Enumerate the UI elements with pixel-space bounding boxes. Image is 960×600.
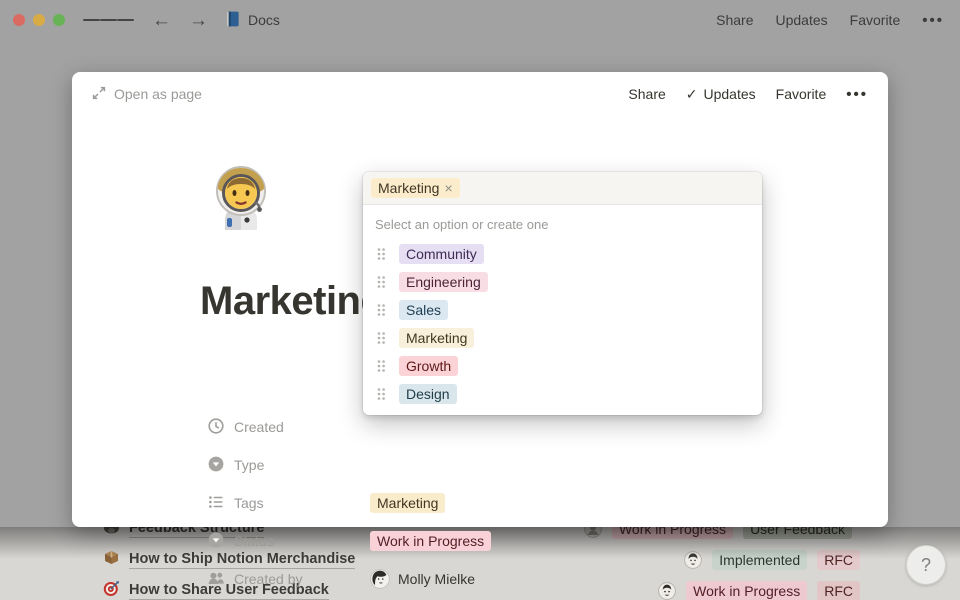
select-circle-icon [207, 455, 225, 476]
avatar [684, 551, 702, 569]
select-circle-icon [207, 531, 225, 552]
property-row-status[interactable]: Status Work in Progress [207, 526, 491, 556]
tag-select-dropdown: Marketing × Select an option or create o… [363, 172, 762, 415]
property-row-created-by[interactable]: Created by Molly Mielke [207, 564, 491, 594]
property-row-type[interactable]: Type [207, 450, 491, 480]
breadcrumb[interactable]: Docs [224, 10, 280, 31]
docs-book-icon [224, 10, 241, 31]
modal-share-button[interactable]: Share [628, 86, 665, 102]
back-button[interactable]: ← [152, 11, 171, 30]
drag-handle-icon[interactable] [375, 247, 387, 261]
tag-option-engineering[interactable]: Engineering [363, 268, 762, 296]
page-title[interactable]: Marketing [200, 279, 384, 324]
tag-badge: Engineering [399, 272, 488, 292]
modal-favorite-button[interactable]: Favorite [776, 86, 827, 102]
close-window-button[interactable] [13, 14, 25, 26]
minimize-window-button[interactable] [33, 14, 45, 26]
help-button[interactable]: ? [906, 545, 946, 585]
property-value-created-by[interactable]: Molly Mielke [370, 569, 475, 589]
status-badge[interactable]: Work in Progress [370, 531, 491, 551]
tag-option-design[interactable]: Design [363, 380, 762, 408]
tag-badge: Growth [399, 356, 458, 376]
property-value-status[interactable]: Work in Progress [370, 531, 491, 551]
drag-handle-icon[interactable] [375, 387, 387, 401]
question-mark-icon: ? [921, 555, 931, 576]
tag-option-community[interactable]: Community [363, 240, 762, 268]
avatar [658, 582, 676, 600]
forward-button[interactable]: → [189, 11, 208, 30]
tag-badge[interactable]: Marketing [370, 493, 445, 513]
tag-search-input[interactable]: Marketing × [363, 172, 762, 205]
drag-handle-icon[interactable] [375, 303, 387, 317]
topbar-more-icon[interactable]: ••• [922, 12, 944, 29]
list-icon [207, 493, 225, 514]
tag-badge: Design [399, 384, 457, 404]
zoom-window-button[interactable] [53, 14, 65, 26]
status-badge[interactable]: Implemented [712, 550, 807, 570]
selected-tag-chip[interactable]: Marketing × [371, 178, 460, 198]
property-row-tags[interactable]: Tags Marketing [207, 488, 491, 518]
avatar [370, 569, 390, 589]
tag-option-marketing[interactable]: Marketing [363, 324, 762, 352]
topbar-updates-button[interactable]: Updates [776, 12, 828, 28]
topbar-favorite-button[interactable]: Favorite [850, 12, 901, 28]
tag-badge: Sales [399, 300, 448, 320]
created-by-name: Molly Mielke [398, 571, 475, 587]
property-row-created[interactable]: Created [207, 412, 491, 442]
topbar-share-button[interactable]: Share [716, 12, 753, 28]
modal-updates-button[interactable]: ✓ Updates [686, 86, 756, 103]
open-as-page-button[interactable]: Open as page [92, 86, 202, 103]
open-as-page-label: Open as page [114, 86, 202, 102]
dropdown-hint: Select an option or create one [363, 205, 762, 237]
checkmark-icon: ✓ [686, 86, 698, 103]
property-list: Created Type [207, 412, 491, 600]
package-emoji [103, 549, 120, 571]
drag-handle-icon[interactable] [375, 331, 387, 345]
target-emoji [103, 580, 120, 600]
page-emoji-woman-astronaut[interactable] [203, 162, 279, 238]
clock-icon [207, 417, 225, 438]
window-controls [13, 14, 65, 26]
tag-badge[interactable]: RFC [817, 550, 860, 570]
tag-badge[interactable]: RFC [817, 581, 860, 600]
app-titlebar: ← → Docs Share Updates Favorite ••• [0, 0, 960, 40]
drag-handle-icon[interactable] [375, 275, 387, 289]
people-icon [207, 569, 225, 590]
tag-badge: Marketing [399, 328, 474, 348]
drag-handle-icon[interactable] [375, 359, 387, 373]
breadcrumb-label: Docs [248, 12, 280, 28]
remove-tag-icon[interactable]: × [444, 179, 452, 197]
expand-diagonal-icon [92, 86, 106, 103]
sidebar-toggle-button[interactable] [83, 16, 134, 24]
modal-more-icon[interactable]: ••• [846, 86, 868, 103]
status-badge[interactable]: Work in Progress [686, 581, 807, 600]
tag-badge: Community [399, 244, 484, 264]
tag-option-sales[interactable]: Sales [363, 296, 762, 324]
property-value-tags[interactable]: Marketing [370, 493, 445, 513]
tag-option-list: Community Engineering Sales [363, 237, 762, 415]
tag-option-growth[interactable]: Growth [363, 352, 762, 380]
